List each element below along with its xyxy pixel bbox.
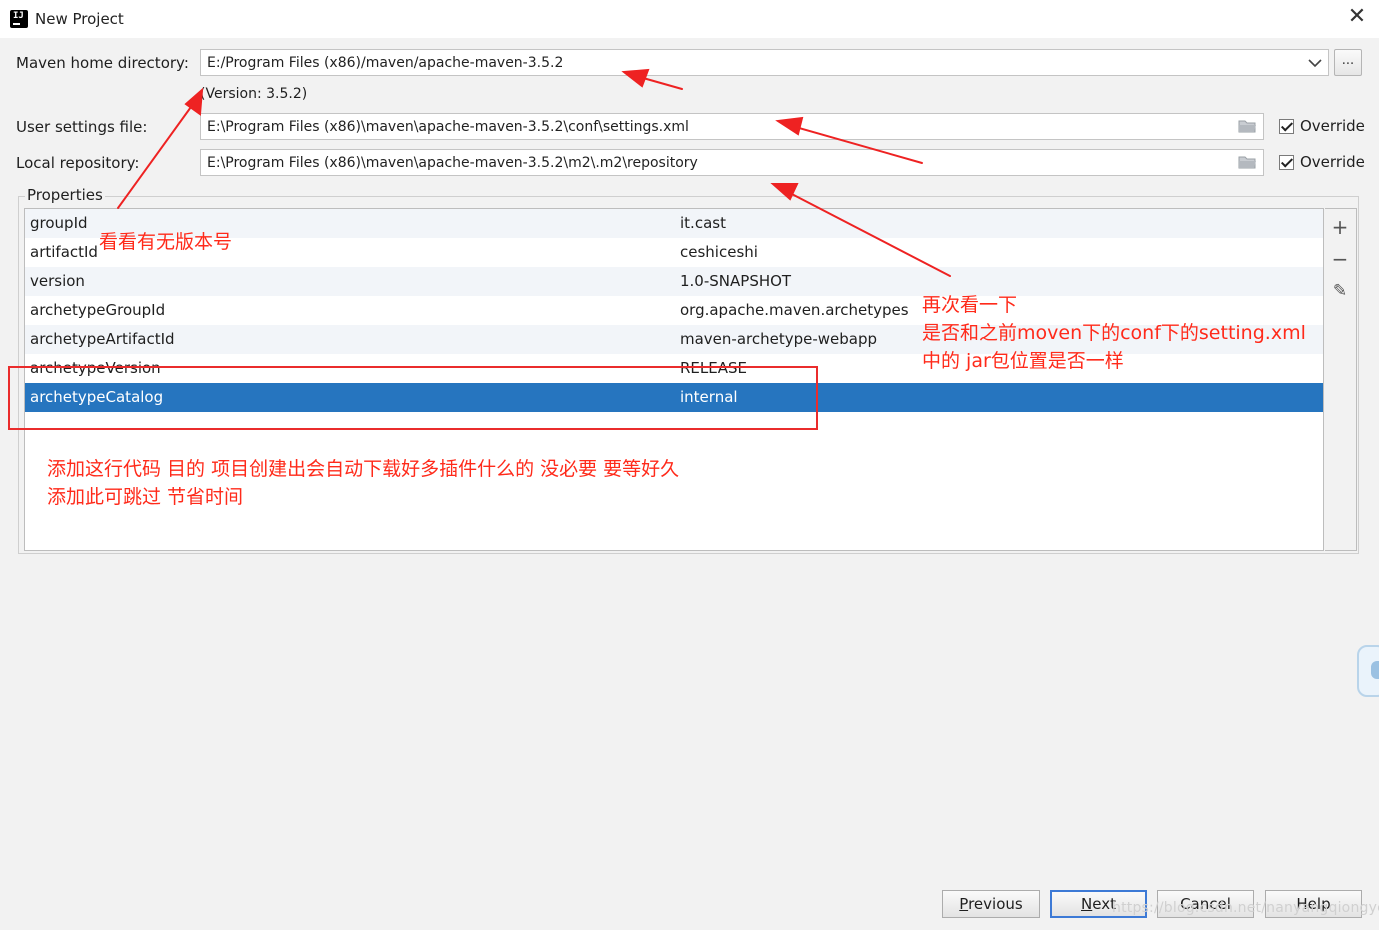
- browse-maven-home-button[interactable]: ...: [1334, 49, 1362, 76]
- title-bar: IJ New Project ✕: [0, 0, 1379, 38]
- highlight-box: [8, 366, 818, 430]
- local-repository-override-label[interactable]: Override: [1300, 153, 1365, 171]
- previous-button[interactable]: Previous: [942, 890, 1040, 918]
- edit-icon[interactable]: ✎: [1331, 282, 1349, 300]
- property-value: ceshiceshi: [680, 243, 758, 261]
- annotation-version-note: 看看有无版本号: [99, 231, 233, 253]
- folder-icon[interactable]: [1238, 155, 1257, 170]
- local-repository-label: Local repository:: [16, 154, 140, 172]
- annotation-repo-note-line3: 中的 jar包位置是否一样: [922, 350, 1124, 372]
- local-repository-override-checkbox[interactable]: [1279, 155, 1294, 170]
- annotation-catalog-note-line1: 添加这行代码 目的 项目创建出会自动下载好多插件什么的 没必要 要等好久: [47, 458, 680, 480]
- property-key: artifactId: [30, 243, 98, 261]
- property-key: groupId: [30, 214, 88, 232]
- property-value: org.apache.maven.archetypes: [680, 301, 909, 319]
- properties-title: Properties: [25, 186, 105, 204]
- remove-icon[interactable]: −: [1331, 249, 1349, 269]
- user-settings-override-label[interactable]: Override: [1300, 117, 1365, 135]
- intellij-app-icon: IJ: [10, 10, 28, 28]
- annotation-repo-note-line1: 再次看一下: [922, 294, 1018, 316]
- property-value: 1.0-SNAPSHOT: [680, 272, 792, 290]
- add-icon[interactable]: +: [1331, 217, 1349, 237]
- maven-home-label: Maven home directory:: [16, 54, 189, 72]
- properties-toolbar: + − ✎: [1325, 208, 1357, 551]
- watermark-text: https://blog.csdn.net/nanyangqiongye: [1112, 900, 1379, 916]
- annotation-repo-note-line2: 是否和之前moven下的conf下的setting.xml: [922, 322, 1306, 344]
- chevron-down-icon[interactable]: [1306, 53, 1324, 73]
- user-settings-field[interactable]: E:\Program Files (x86)\maven\apache-mave…: [200, 113, 1264, 140]
- property-key: archetypeGroupId: [30, 301, 166, 319]
- window-title: New Project: [35, 10, 124, 28]
- folder-icon[interactable]: [1238, 119, 1257, 134]
- local-repository-field[interactable]: E:\Program Files (x86)\maven\apache-mave…: [200, 149, 1264, 176]
- maven-version-text: (Version: 3.5.2): [200, 86, 308, 102]
- side-panel-tab[interactable]: [1357, 645, 1379, 697]
- property-value: it.cast: [680, 214, 726, 232]
- property-key: version: [30, 272, 85, 290]
- property-value: maven-archetype-webapp: [680, 330, 878, 348]
- user-settings-label: User settings file:: [16, 118, 148, 136]
- property-key: archetypeArtifactId: [30, 330, 175, 348]
- close-icon[interactable]: ✕: [1346, 6, 1368, 28]
- app-icon-text: IJ: [13, 11, 24, 21]
- annotation-catalog-note-line2: 添加此可跳过 节省时间: [47, 486, 244, 508]
- table-row[interactable]: version 1.0-SNAPSHOT: [25, 267, 1323, 296]
- user-settings-override-checkbox[interactable]: [1279, 119, 1294, 134]
- maven-home-combobox[interactable]: E:/Program Files (x86)/maven/apache-mave…: [200, 49, 1329, 76]
